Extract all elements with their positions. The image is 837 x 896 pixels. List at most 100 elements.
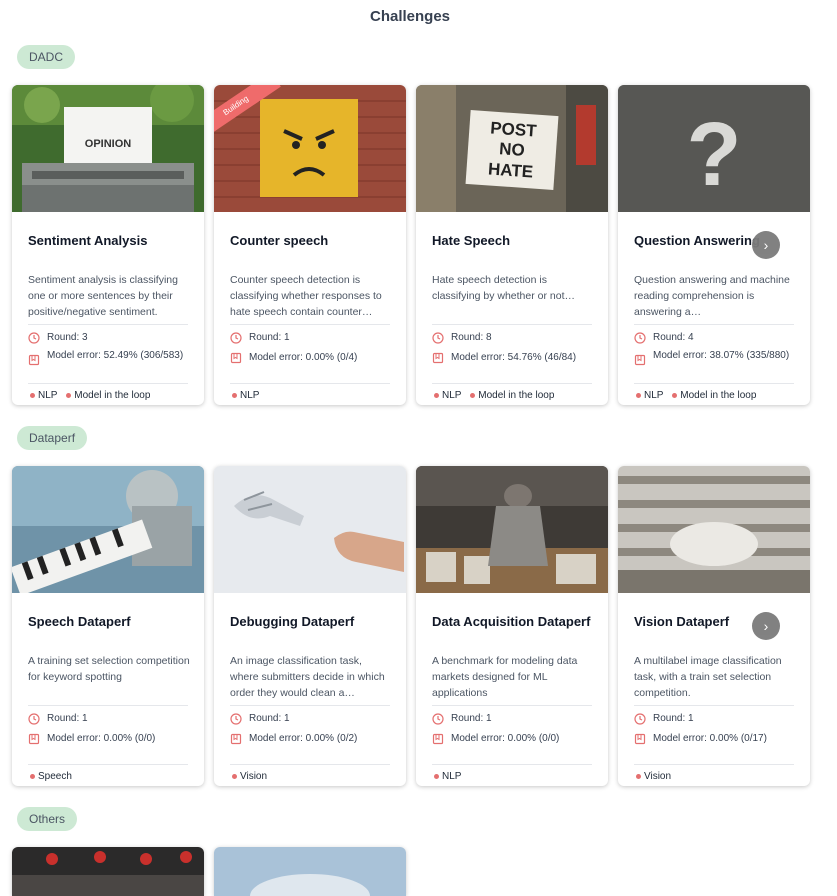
section-tag-dataperf: Dataperf (17, 426, 88, 450)
clock-icon (28, 332, 40, 344)
divider (432, 705, 592, 706)
card-tags: Speech (30, 771, 78, 782)
book-icon (230, 352, 242, 364)
divider (230, 383, 390, 384)
challenge-card[interactable] (12, 847, 204, 896)
book-icon (634, 733, 646, 745)
model-error-label: Model error: 0.00% (0/0) (451, 733, 560, 744)
card-tags: NLP Model in the loop (434, 390, 560, 401)
model-error-label: Model error: 38.07% (335/880) (653, 350, 790, 361)
card-description: Counter speech detection is classifying … (230, 274, 382, 318)
challenge-card-sentiment-analysis[interactable]: OPINION Sentiment Analysis Sentiment ana… (12, 85, 204, 405)
model-error-label: Model error: 52.49% (306/583) (47, 350, 184, 361)
divider (230, 324, 390, 325)
clock-icon (432, 332, 444, 344)
book-icon (634, 354, 646, 366)
card-image (416, 466, 608, 593)
card-image (12, 847, 204, 896)
clock-icon (28, 713, 40, 725)
divider (634, 383, 794, 384)
challenge-card-question-answering[interactable]: ? Question Answering Question answering … (618, 85, 810, 405)
card-image (214, 466, 406, 593)
round-label: Round: 3 (47, 332, 88, 343)
model-error-label: Model error: 0.00% (0/2) (249, 733, 358, 744)
divider (28, 324, 188, 325)
tag: Model in the loop (470, 390, 554, 401)
card-title: Speech Dataperf (28, 614, 131, 629)
card-description: A training set selection competition for… (28, 655, 190, 683)
round-label: Round: 4 (653, 332, 694, 343)
carousel-next-button[interactable]: › (752, 612, 780, 640)
card-image: Building (214, 85, 406, 212)
round-label: Round: 1 (451, 713, 492, 724)
sign-line: NO (499, 139, 526, 160)
card-tags: Vision (232, 771, 273, 782)
book-icon (28, 733, 40, 745)
model-error-label: Model error: 0.00% (0/4) (249, 352, 358, 363)
round-label: Round: 1 (249, 713, 290, 724)
challenge-card-data-acquisition-dataperf[interactable]: Data Acquisition Dataperf A benchmark fo… (416, 466, 608, 786)
card-description: A benchmark for modeling data markets de… (432, 655, 578, 699)
divider (432, 324, 592, 325)
challenge-card-hate-speech[interactable]: POST NO HATE Hate Speech Hate speech det… (416, 85, 608, 405)
divider (432, 383, 592, 384)
card-description: A multilabel image classification task, … (634, 655, 782, 699)
round-label: Round: 1 (653, 713, 694, 724)
card-tags: NLP Model in the loop (636, 390, 762, 401)
card-title: Data Acquisition Dataperf (432, 614, 591, 629)
card-description: Question answering and machine reading c… (634, 274, 790, 318)
tag: Model in the loop (66, 390, 150, 401)
divider (634, 705, 794, 706)
card-description: Sentiment analysis is classifying one or… (28, 274, 178, 318)
model-error-label: Model error: 0.00% (0/17) (653, 733, 767, 744)
card-description: An image classification task, where subm… (230, 655, 385, 699)
challenge-card-debugging-dataperf[interactable]: Debugging Dataperf An image classificati… (214, 466, 406, 786)
question-mark-graphic: ? (687, 105, 742, 205)
tag: Vision (636, 771, 671, 782)
opinion-paper-text: OPINION (85, 138, 132, 150)
book-icon (432, 733, 444, 745)
divider (634, 764, 794, 765)
round-label: Round: 8 (451, 332, 492, 343)
tag: NLP (636, 390, 663, 401)
card-image: OPINION (12, 85, 204, 212)
card-tags: Vision (636, 771, 677, 782)
tag: NLP (434, 390, 461, 401)
challenge-card-counter-speech[interactable]: Building Counter speech Counter speech d… (214, 85, 406, 405)
page-title: Challenges (369, 8, 451, 25)
sign-line: POST (490, 118, 538, 140)
card-tags: NLP Model in the loop (30, 390, 156, 401)
card-title: Sentiment Analysis (28, 233, 148, 248)
card-image (214, 847, 406, 896)
card-description: Hate speech detection is classifying by … (432, 274, 575, 302)
clock-icon (230, 332, 242, 344)
divider (230, 764, 390, 765)
card-image (618, 466, 810, 593)
divider (230, 705, 390, 706)
tag: NLP (232, 390, 259, 401)
model-error-label: Model error: 0.00% (0/0) (47, 733, 156, 744)
divider (28, 383, 188, 384)
card-title: Hate Speech (432, 233, 511, 248)
tag: NLP (434, 771, 461, 782)
book-icon (432, 352, 444, 364)
challenge-card-vision-dataperf[interactable]: Vision Dataperf A multilabel image class… (618, 466, 810, 786)
card-tags: NLP (434, 771, 467, 782)
sign-line: HATE (487, 159, 533, 181)
tag: Model in the loop (672, 390, 756, 401)
book-icon (230, 733, 242, 745)
card-image (12, 466, 204, 593)
card-image: ? (618, 85, 810, 212)
tag: Vision (232, 771, 267, 782)
divider (432, 764, 592, 765)
card-tags: NLP (232, 390, 265, 401)
section-tag-others: Others (17, 807, 78, 831)
card-title: Counter speech (230, 233, 329, 248)
challenge-card-speech-dataperf[interactable]: Speech Dataperf A training set selection… (12, 466, 204, 786)
tag: NLP (30, 390, 57, 401)
book-icon (28, 354, 40, 366)
carousel-next-button[interactable]: › (752, 231, 780, 259)
challenge-card[interactable] (214, 847, 406, 896)
clock-icon (432, 713, 444, 725)
divider (28, 705, 188, 706)
